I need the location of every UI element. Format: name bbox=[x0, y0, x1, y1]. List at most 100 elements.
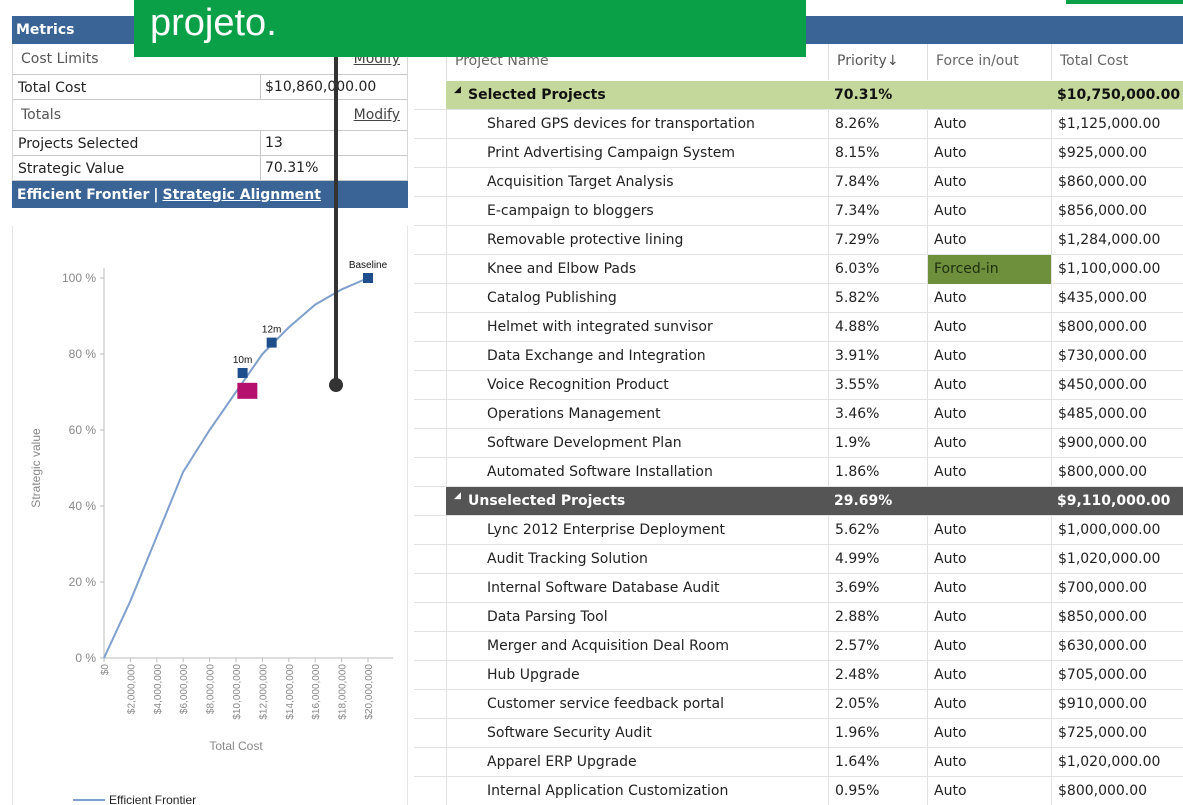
tab-strategic-alignment[interactable]: Strategic Alignment bbox=[162, 187, 320, 203]
project-cost: $1,000,000.00 bbox=[1051, 516, 1183, 545]
project-priority: 0.95% bbox=[828, 777, 927, 805]
table-row[interactable]: Merger and Acquisition Deal Room 2.57% Aut… bbox=[446, 632, 1183, 661]
project-force[interactable]: Auto bbox=[927, 226, 1051, 255]
table-row[interactable]: Automated Software Installation 1.86% Auto… bbox=[446, 458, 1183, 487]
project-priority: 4.88% bbox=[828, 313, 927, 342]
project-force[interactable]: Auto bbox=[927, 110, 1051, 139]
scenario-label: 12m bbox=[262, 325, 281, 336]
project-priority: 1.9% bbox=[828, 429, 927, 458]
y-axis-title: Strategic value bbox=[29, 428, 43, 508]
row-gutter bbox=[414, 81, 446, 110]
y-tick-label: 80 % bbox=[69, 347, 97, 361]
table-row[interactable]: Voice Recognition Product 3.55% Auto $450,0… bbox=[446, 371, 1183, 400]
project-force[interactable]: Auto bbox=[927, 371, 1051, 400]
project-name: Merger and Acquisition Deal Room bbox=[446, 632, 828, 661]
column-header-priority[interactable]: Priority↓ bbox=[828, 44, 927, 80]
project-cost: $900,000.00 bbox=[1051, 429, 1183, 458]
project-force[interactable]: Auto bbox=[927, 168, 1051, 197]
project-force[interactable]: Auto bbox=[927, 690, 1051, 719]
table-row[interactable]: Shared GPS devices for transportation 8.2… bbox=[446, 110, 1183, 139]
project-priority: 1.86% bbox=[828, 458, 927, 487]
table-row[interactable]: Audit Tracking Solution 4.99% Auto $1,020,0… bbox=[446, 545, 1183, 574]
project-name: Shared GPS devices for transportation bbox=[446, 110, 828, 139]
selected_group-cost: $10,750,000.00 bbox=[1057, 87, 1181, 103]
x-tick-label: $18,000,000 bbox=[338, 664, 349, 720]
row-gutter bbox=[414, 110, 446, 139]
project-grid: Project Name Priority↓ Force in/out Tota… bbox=[414, 16, 1183, 805]
project-force[interactable]: Auto bbox=[927, 313, 1051, 342]
project-force[interactable]: Auto bbox=[927, 197, 1051, 226]
column-header-total-cost[interactable]: Total Cost bbox=[1051, 44, 1183, 80]
x-tick-label: $16,000,000 bbox=[311, 664, 322, 720]
table-row[interactable]: Hub Upgrade 2.48% Auto $705,000.00 bbox=[446, 661, 1183, 690]
project-priority: 8.26% bbox=[828, 110, 927, 139]
project-cost: $1,020,000.00 bbox=[1051, 748, 1183, 777]
collapse-selected-icon[interactable]: ◢ bbox=[454, 85, 461, 95]
table-row[interactable]: Customer service feedback portal 2.05% Aut… bbox=[446, 690, 1183, 719]
x-tick-label: $20,000,000 bbox=[364, 664, 375, 720]
table-row[interactable]: Acquisition Target Analysis 7.84% Auto $860… bbox=[446, 168, 1183, 197]
table-row[interactable]: Internal Application Customization 0.95% A… bbox=[446, 777, 1183, 805]
project-force[interactable]: Auto bbox=[927, 545, 1051, 574]
table-row[interactable]: Operations Management 3.46% Auto $485,000.0… bbox=[446, 400, 1183, 429]
row-gutter bbox=[414, 429, 446, 458]
project-name: Acquisition Target Analysis bbox=[446, 168, 828, 197]
legend-item: Efficient Frontier bbox=[109, 793, 196, 805]
table-row[interactable]: Software Development Plan 1.9% Auto $900,00… bbox=[446, 429, 1183, 458]
row-gutter bbox=[414, 458, 446, 487]
tab-efficient-frontier[interactable]: Efficient Frontier bbox=[17, 187, 149, 203]
project-name: Knee and Elbow Pads bbox=[446, 255, 828, 284]
project-cost: $800,000.00 bbox=[1051, 458, 1183, 487]
selected_group-row[interactable]: ◢ Selected Projects 70.31% $10,750,000.00 bbox=[446, 81, 1183, 110]
row-gutter bbox=[414, 487, 446, 516]
project-name: Audit Tracking Solution bbox=[446, 545, 828, 574]
table-row[interactable]: Print Advertising Campaign System 8.15% Au… bbox=[446, 139, 1183, 168]
table-row[interactable]: Knee and Elbow Pads 6.03% Forced-in $1,100,… bbox=[446, 255, 1183, 284]
project-priority: 3.91% bbox=[828, 342, 927, 371]
project-force[interactable]: Auto bbox=[927, 429, 1051, 458]
table-row[interactable]: Helmet with integrated sunvisor 4.88% Auto… bbox=[446, 313, 1183, 342]
project-force[interactable]: Auto bbox=[927, 603, 1051, 632]
project-cost: $850,000.00 bbox=[1051, 603, 1183, 632]
project-force[interactable]: Auto bbox=[927, 574, 1051, 603]
project-priority: 1.96% bbox=[828, 719, 927, 748]
x-tick-label: $14,000,000 bbox=[285, 664, 296, 720]
project-force[interactable]: Auto bbox=[927, 400, 1051, 429]
table-row[interactable]: Apparel ERP Upgrade 1.64% Auto $1,020,000.0… bbox=[446, 748, 1183, 777]
metrics-panel: Metrics Cost Limits Modify Total Cost $1… bbox=[12, 16, 408, 805]
project-force[interactable]: Auto bbox=[927, 139, 1051, 168]
callout-box: projeto. bbox=[134, 0, 806, 57]
project-force[interactable]: Auto bbox=[927, 719, 1051, 748]
row-gutter bbox=[414, 139, 446, 168]
row-gutter bbox=[414, 197, 446, 226]
table-row[interactable]: Data Parsing Tool 2.88% Auto $850,000.00 bbox=[446, 603, 1183, 632]
project-force[interactable]: Auto bbox=[927, 748, 1051, 777]
table-row[interactable]: Removable protective lining 7.29% Auto $1,2… bbox=[446, 226, 1183, 255]
project-force[interactable]: Auto bbox=[927, 516, 1051, 545]
table-row[interactable]: E-campaign to bloggers 7.34% Auto $856,000.… bbox=[446, 197, 1183, 226]
column-header-force[interactable]: Force in/out bbox=[927, 44, 1051, 80]
table-row[interactable]: Software Security Audit 1.96% Auto $725,000… bbox=[446, 719, 1183, 748]
project-force[interactable]: Auto bbox=[927, 342, 1051, 371]
project-force[interactable]: Auto bbox=[927, 777, 1051, 805]
table-row[interactable]: Lync 2012 Enterprise Deployment 5.62% Auto… bbox=[446, 516, 1183, 545]
row-gutter bbox=[414, 661, 446, 690]
project-force[interactable]: Auto bbox=[927, 632, 1051, 661]
collapse-unselected-icon[interactable]: ◢ bbox=[454, 491, 461, 501]
unselected_group-priority: 29.69% bbox=[834, 493, 893, 509]
project-force[interactable]: Auto bbox=[927, 284, 1051, 313]
totals-modify-link[interactable]: Modify bbox=[354, 107, 400, 123]
project-force[interactable]: Auto bbox=[927, 458, 1051, 487]
project-name: Removable protective lining bbox=[446, 226, 828, 255]
table-row[interactable]: Catalog Publishing 5.82% Auto $435,000.00 bbox=[446, 284, 1183, 313]
table-row[interactable]: Data Exchange and Integration 3.91% Auto $7… bbox=[446, 342, 1183, 371]
project-force[interactable]: Auto bbox=[927, 661, 1051, 690]
project-name: Apparel ERP Upgrade bbox=[446, 748, 828, 777]
table-row[interactable]: Internal Software Database Audit 3.69% Aut… bbox=[446, 574, 1183, 603]
unselected_group-row[interactable]: ◢ Unselected Projects 29.69% $9,110,000.00 bbox=[446, 487, 1183, 516]
current-portfolio-point bbox=[237, 382, 258, 399]
project-force[interactable]: Forced-in bbox=[927, 255, 1051, 284]
y-tick-label: 20 % bbox=[69, 575, 97, 589]
y-tick-label: 40 % bbox=[69, 499, 97, 513]
project-cost: $925,000.00 bbox=[1051, 139, 1183, 168]
